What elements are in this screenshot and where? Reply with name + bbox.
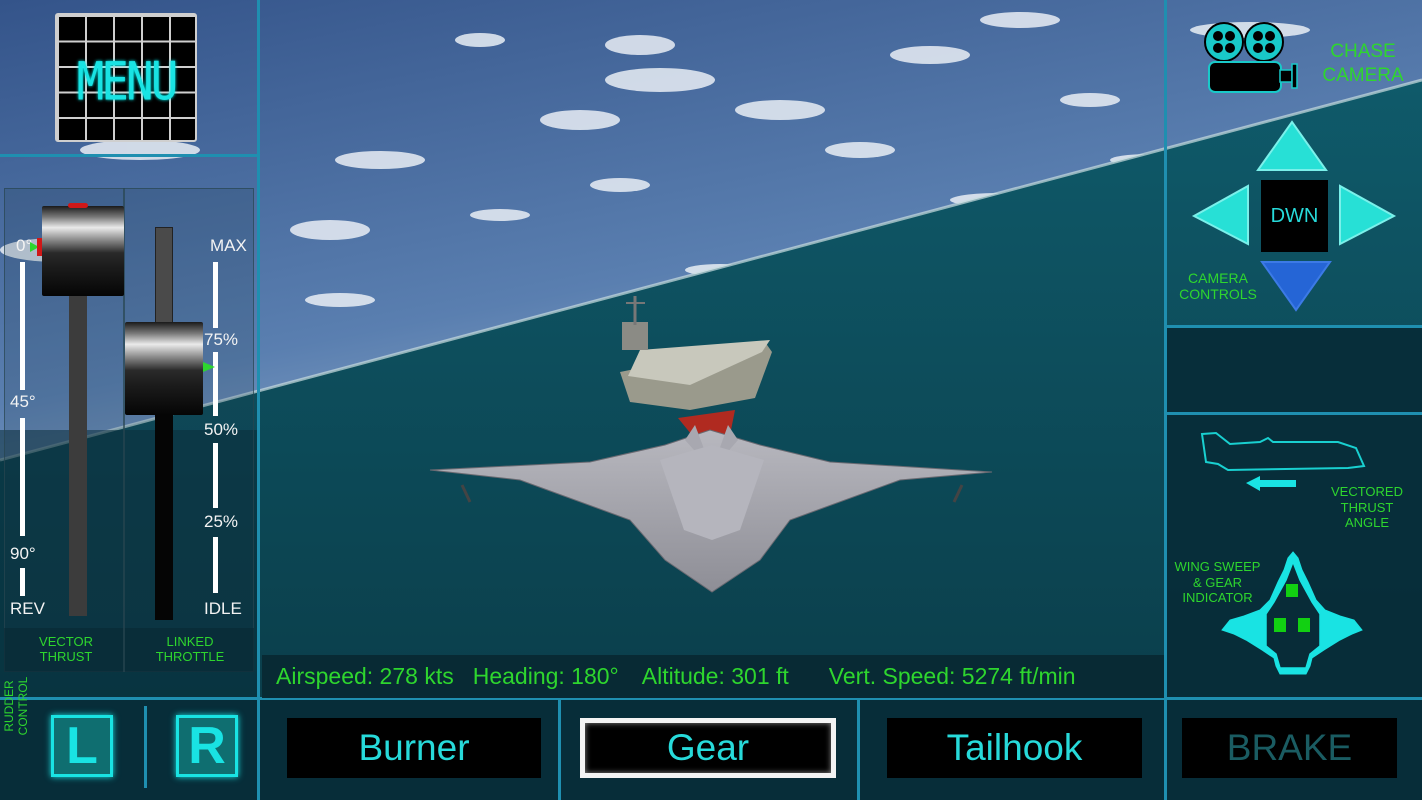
throttle-tick-25: 25% [204, 512, 239, 531]
heading-readout: Heading: 180° [472, 663, 619, 689]
right-gear-indicator [1298, 618, 1310, 632]
throttle-tick-max: MAX [210, 236, 247, 255]
divider [558, 698, 561, 800]
vector-tick-90: 90° [10, 544, 36, 563]
vector-scale-bar [20, 568, 25, 596]
label-line: THRUST [39, 649, 93, 664]
label-line: VECTORED [1331, 484, 1403, 499]
vector-scale-bar [20, 418, 25, 536]
nose-gear-indicator [1286, 584, 1298, 597]
aircraft-profile-icon [1200, 431, 1366, 472]
vector-thrust-track[interactable] [69, 290, 87, 616]
vertical-speed-readout: Vert. Speed: 5274 ft/min [828, 663, 1076, 689]
burner-button[interactable]: Burner [287, 718, 541, 778]
divider [0, 154, 258, 157]
vector-thrust-label: VECTOR THRUST [14, 634, 118, 664]
camera-right-arrow-icon[interactable] [1339, 184, 1397, 246]
vectored-thrust-label: VECTORED THRUST ANGLE [1316, 484, 1418, 531]
camera-up-arrow-icon[interactable] [1256, 120, 1328, 171]
rudder-control-label: RUDDER CONTROL [2, 672, 30, 740]
label-line: CHASE [1330, 41, 1396, 62]
throttle-track[interactable] [155, 410, 173, 620]
camera-mode-indicator[interactable]: DWN [1261, 180, 1328, 252]
label-line: CONTROL [16, 676, 30, 736]
label-line: VECTOR [39, 634, 93, 649]
vector-thrust-lever[interactable] [42, 206, 124, 296]
divider [144, 706, 147, 788]
label-line: THRUST [1340, 499, 1394, 515]
throttle-scale-bar [213, 262, 218, 328]
label-line: CAMERA [1188, 270, 1248, 286]
divider [857, 698, 860, 800]
throttle-tick-75: 75% [204, 330, 239, 349]
rudder-left-button[interactable]: L [51, 715, 113, 777]
label-line: CAMERA [1322, 65, 1404, 86]
divider [257, 0, 260, 800]
rudder-right-button[interactable]: R [176, 715, 238, 777]
label-line: ANGLE [1344, 515, 1390, 530]
vector-tick-rev: REV [10, 599, 45, 618]
vector-tick-45: 45° [10, 392, 36, 411]
linked-throttle-label: LINKED THROTTLE [134, 634, 246, 664]
left-gear-indicator [1274, 618, 1286, 632]
chase-camera-label: CHASE CAMERA [1310, 40, 1416, 88]
lever-indicator-icon [37, 238, 42, 256]
label-line: RUDDER [2, 680, 16, 732]
throttle-scale-bar [213, 537, 218, 593]
linked-throttle-lever[interactable] [125, 322, 203, 415]
label-line: LINKED [166, 634, 214, 649]
wing-sweep-label: WING SWEEP & GEAR INDICATOR [1170, 559, 1265, 606]
airspeed-readout: Airspeed: 278 kts [276, 663, 454, 689]
label-line: WING SWEEP [1174, 559, 1261, 574]
throttle-tick-idle: IDLE [204, 599, 242, 618]
gear-button[interactable]: Gear [580, 718, 836, 778]
throttle-pointer-icon [203, 362, 215, 372]
label-line: INDICATOR [1182, 590, 1253, 605]
divider [1165, 412, 1422, 415]
lever-indicator-icon [68, 203, 88, 208]
thrust-arrow-icon [1246, 476, 1296, 491]
vector-scale-bar [20, 262, 25, 390]
camera-down-arrow-icon[interactable] [1260, 261, 1332, 312]
chase-camera-icon[interactable] [1200, 22, 1304, 94]
divider [1165, 325, 1422, 328]
label-line: THROTTLE [155, 649, 225, 664]
flight-data-readout: Airspeed: 278 kts Heading: 180° Altitude… [262, 655, 1164, 698]
label-line: CONTROLS [1179, 286, 1257, 302]
camera-controls-label: CAMERA CONTROLS [1172, 270, 1264, 302]
label-line: & GEAR [1192, 574, 1243, 590]
throttle-tick-50: 50% [204, 420, 239, 439]
menu-label: MENU [76, 49, 179, 113]
brake-button[interactable]: BRAKE [1182, 718, 1397, 778]
altitude-readout: Altitude: 301 ft [641, 663, 789, 689]
camera-left-arrow-icon[interactable] [1191, 184, 1249, 246]
throttle-scale-bar [213, 443, 218, 508]
menu-button[interactable]: MENU [55, 13, 197, 142]
tailhook-button[interactable]: Tailhook [887, 718, 1142, 778]
throttle-track[interactable] [155, 227, 173, 327]
divider [1164, 0, 1167, 800]
